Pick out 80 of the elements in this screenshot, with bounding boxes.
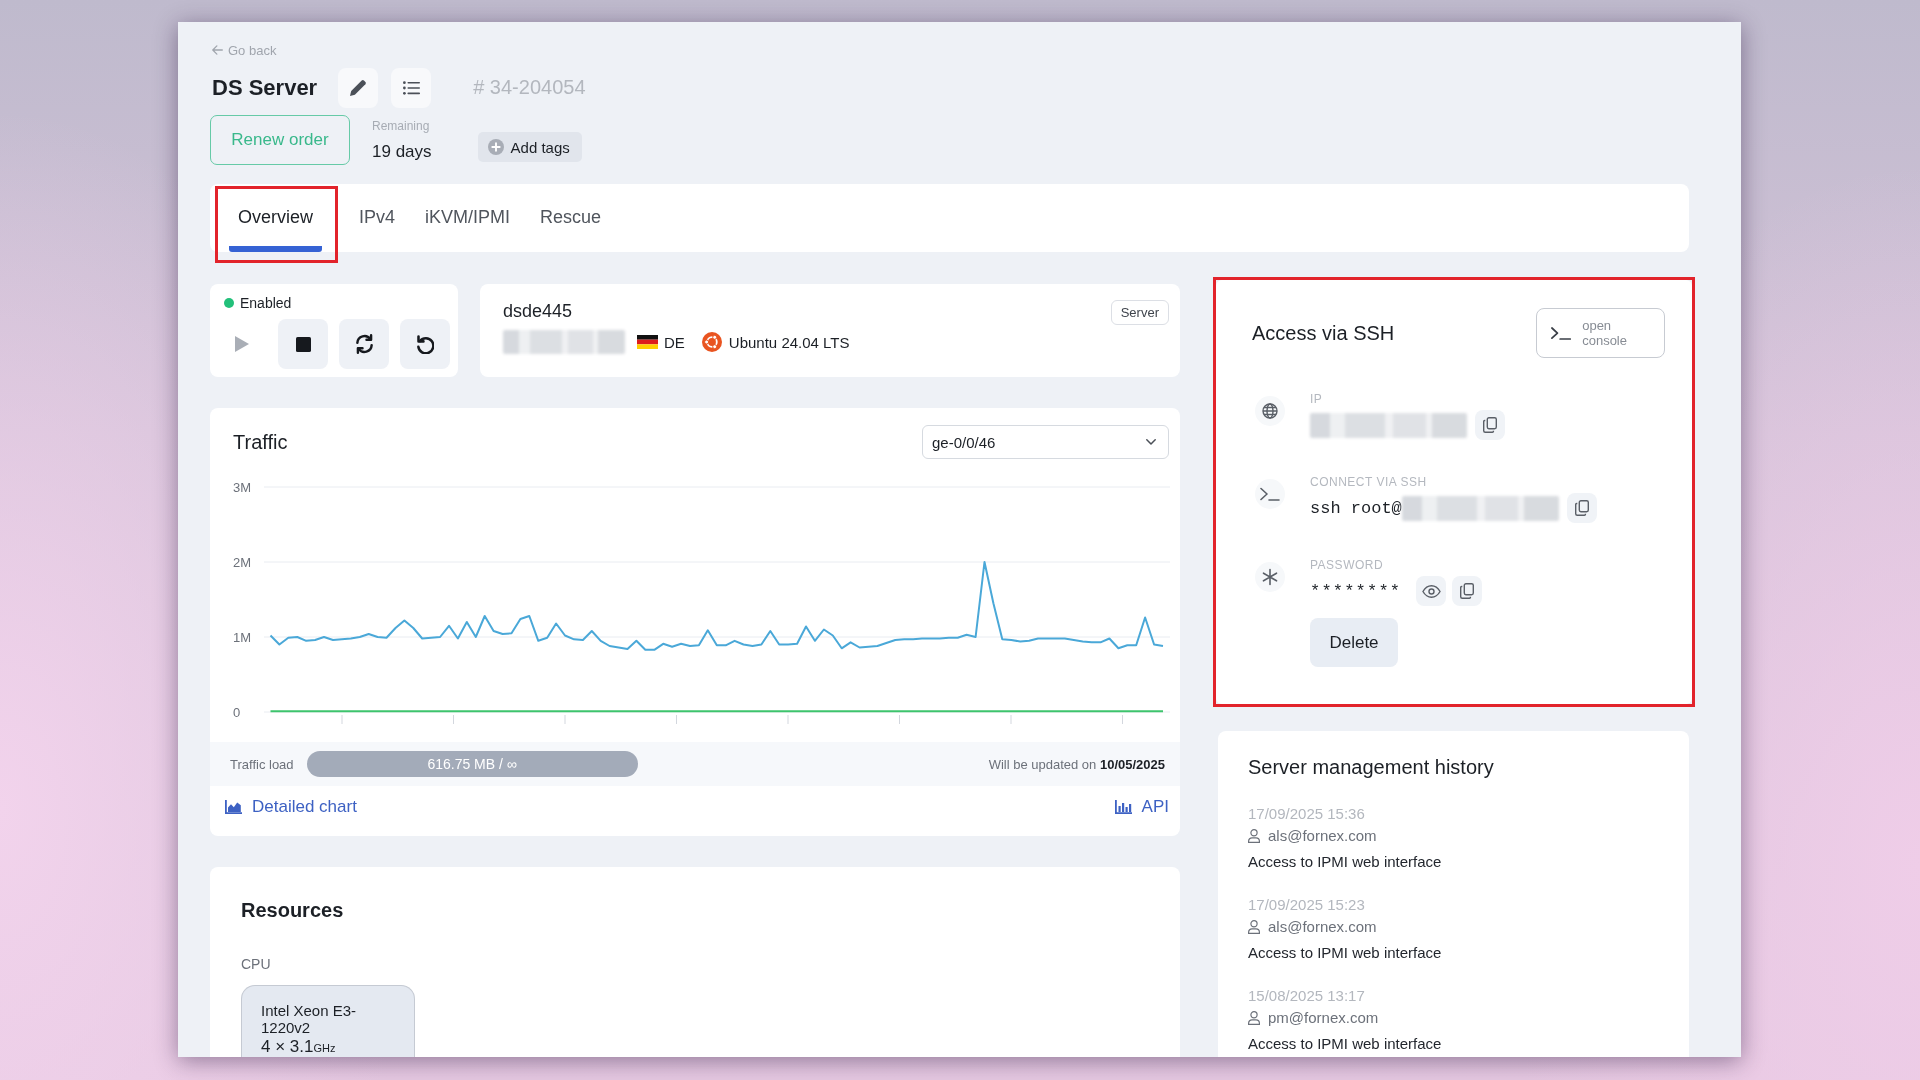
- history-user: als@fornex.com: [1268, 918, 1377, 936]
- list-button[interactable]: [391, 67, 432, 108]
- asterisk-icon: [1255, 562, 1285, 592]
- detailed-chart-link[interactable]: Detailed chart: [225, 797, 357, 817]
- open-console-button[interactable]: open console: [1536, 308, 1665, 358]
- axis-label: 2M: [233, 554, 252, 570]
- remaining-value: 19 days: [372, 141, 432, 162]
- tab[interactable]: IPv4: [350, 189, 405, 252]
- status-label: Enabled: [240, 295, 292, 311]
- cpu-model: Intel Xeon E3-1220v2: [261, 1002, 358, 1036]
- country-code: DE: [664, 333, 685, 351]
- flag-icon: [637, 335, 658, 349]
- eye-icon: [1421, 584, 1441, 598]
- globe-icon: [1255, 396, 1285, 426]
- api-link[interactable]: API: [1114, 797, 1169, 817]
- delete-button[interactable]: Delete: [1310, 618, 1398, 667]
- add-tags-button[interactable]: Add tags: [477, 132, 582, 162]
- update-note: Will be updated on 10/05/2025: [988, 756, 1165, 772]
- history-action: Access to IPMI web interface: [1248, 1035, 1443, 1053]
- play-icon: [235, 336, 249, 352]
- history-date: 17/09/2025 15:36: [1248, 805, 1366, 823]
- interface-dropdown[interactable]: ge-0/0/46: [922, 425, 1169, 459]
- os-logo-icon: [701, 332, 722, 352]
- line-series: [269, 561, 1164, 651]
- history-user: als@fornex.com: [1268, 827, 1377, 845]
- field-label: CONNECT VIA SSH: [1310, 475, 1428, 489]
- history-date: 15/08/2025 13:17: [1248, 987, 1366, 1005]
- copy-icon: [1483, 417, 1497, 433]
- field-value: ********: [1310, 581, 1402, 601]
- history-action: Access to IPMI web interface: [1248, 944, 1443, 962]
- stop-icon: [295, 336, 311, 352]
- plus-circle-icon: [487, 139, 504, 155]
- cpu-frequency: 4 × 3.1GHz: [261, 1038, 337, 1057]
- show-password-button[interactable]: [1416, 576, 1447, 606]
- field-value: ssh root@: [1310, 498, 1402, 518]
- tab[interactable]: iKVM/IPMI: [416, 189, 520, 252]
- os-name: Ubuntu 24.04 LTS: [728, 333, 850, 351]
- axis-label: 1M: [233, 629, 252, 645]
- area-chart-icon: [225, 800, 242, 814]
- order-number: # 34-204054: [473, 76, 586, 99]
- stop-button[interactable]: [278, 319, 328, 369]
- refresh-icon: [354, 334, 374, 354]
- refresh-button[interactable]: [339, 319, 389, 369]
- list-icon: [402, 80, 420, 95]
- chevron-down-icon: [1146, 439, 1156, 445]
- undo-icon: [416, 334, 434, 354]
- copy-icon: [1574, 500, 1589, 516]
- terminal-icon: [1551, 325, 1572, 341]
- copy-button[interactable]: [1452, 576, 1483, 606]
- arrow-left-icon: [212, 45, 223, 55]
- terminal-icon: [1255, 479, 1285, 509]
- traffic-load-meter: 616.75 MB / ∞: [306, 751, 638, 777]
- user-icon: [1248, 829, 1260, 843]
- copy-button[interactable]: [1566, 493, 1597, 523]
- undo-button[interactable]: [400, 319, 450, 369]
- copy-button[interactable]: [1475, 410, 1505, 440]
- history-action: Access to IPMI web interface: [1248, 853, 1443, 871]
- history-title: Server management history: [1248, 755, 1495, 779]
- bar-chart-icon: [1114, 800, 1132, 814]
- copy-icon: [1460, 583, 1475, 599]
- page-title: DS Server: [212, 74, 318, 101]
- cpu-label: CPU: [241, 956, 272, 972]
- traffic-load-label: Traffic load: [230, 756, 294, 772]
- tab[interactable]: Rescue: [531, 189, 611, 252]
- axis-label: 0: [233, 704, 241, 720]
- remaining-label: Remaining: [372, 118, 431, 133]
- user-icon: [1248, 920, 1260, 934]
- edit-button[interactable]: [338, 67, 379, 108]
- axis-label: 3M: [233, 479, 252, 495]
- resources-title: Resources: [241, 898, 345, 922]
- server-type-badge: Server: [1110, 300, 1169, 325]
- history-user: pm@fornex.com: [1268, 1009, 1379, 1027]
- server-hostname: dsde445: [503, 300, 574, 322]
- field-label: IP: [1310, 392, 1324, 406]
- ssh-title: Access via SSH: [1252, 321, 1395, 345]
- field-label: PASSWORD: [1310, 558, 1385, 572]
- history-date: 17/09/2025 15:23: [1248, 896, 1366, 914]
- traffic-title: Traffic: [233, 430, 288, 454]
- user-icon: [1248, 1011, 1260, 1025]
- pencil-icon: [349, 79, 367, 96]
